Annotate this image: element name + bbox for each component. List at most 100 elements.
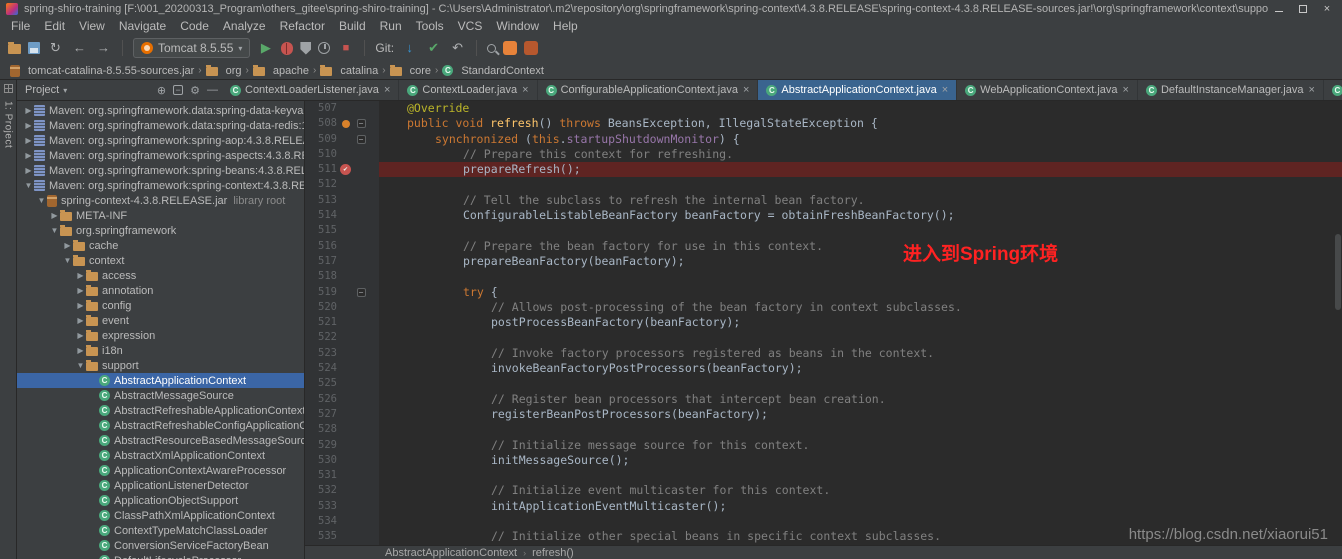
hide-panel-icon[interactable]: — <box>207 84 218 96</box>
settings-gear-icon[interactable]: ⚙ <box>190 84 200 97</box>
collapse-arrow-icon[interactable]: ▼ <box>62 256 73 265</box>
editor-tab[interactable]: CConfigurableApplicationContext.java× <box>538 80 759 100</box>
sync-icon[interactable]: ↻ <box>47 40 64 56</box>
expand-arrow-icon[interactable]: ▶ <box>62 241 73 250</box>
open-icon[interactable] <box>8 44 21 54</box>
tree-item[interactable]: CDefaultLifecycleProcessor <box>17 553 304 559</box>
tree-item[interactable]: ▼support <box>17 358 304 373</box>
expand-arrow-icon[interactable]: ▶ <box>75 331 86 340</box>
editor-tab[interactable]: CContextLoaderListener.java× <box>222 80 399 100</box>
tree-item[interactable]: ▶Maven: org.springframework.data:spring-… <box>17 118 304 133</box>
editor-tab[interactable]: CAbstractApplicationContext.java× <box>758 80 957 100</box>
editor-scrollbar[interactable] <box>1334 101 1342 545</box>
breadcrumb-item[interactable]: apache <box>253 65 309 77</box>
menu-item-file[interactable]: File <box>4 18 37 34</box>
breadcrumb-item[interactable]: catalina <box>320 65 378 77</box>
tree-item[interactable]: CAbstractRefreshableConfigApplicationCon… <box>17 418 304 433</box>
expand-arrow-icon[interactable]: ▶ <box>75 346 86 355</box>
code-line[interactable]: 525 <box>305 376 1342 391</box>
expand-arrow-icon[interactable]: ▶ <box>23 106 34 115</box>
expand-arrow-icon[interactable]: ▶ <box>23 151 34 160</box>
tree-item[interactable]: CAbstractResourceBasedMessageSource <box>17 433 304 448</box>
breadcrumb-item[interactable]: org <box>206 65 242 77</box>
tree-item[interactable]: CAbstractRefreshableApplicationContext <box>17 403 304 418</box>
code-line[interactable]: 532// Initialize event multicaster for t… <box>305 483 1342 498</box>
fold-marker-icon[interactable]: − <box>357 119 366 128</box>
expand-arrow-icon[interactable]: ▶ <box>23 166 34 175</box>
code-line[interactable]: 518 <box>305 269 1342 284</box>
code-line[interactable]: 509−synchronized (this.startupShutdownMo… <box>305 132 1342 147</box>
profiler-button[interactable] <box>318 42 330 54</box>
maximize-button[interactable] <box>1292 1 1314 17</box>
code-line[interactable]: 533initApplicationEventMulticaster(); <box>305 499 1342 514</box>
menu-item-view[interactable]: View <box>72 18 112 34</box>
run-configuration-select[interactable]: Tomcat 8.5.55 ▾ <box>133 38 250 58</box>
tree-item[interactable]: ▶access <box>17 268 304 283</box>
breadcrumb-item[interactable]: core <box>390 65 431 77</box>
tree-item[interactable]: CApplicationListenerDetector <box>17 478 304 493</box>
code-line[interactable]: 513// Tell the subclass to refresh the i… <box>305 193 1342 208</box>
code-line[interactable]: 514ConfigurableListableBeanFactory beanF… <box>305 208 1342 223</box>
editor-tab[interactable]: CContextLoader.java× <box>399 80 537 100</box>
expand-arrow-icon[interactable]: ▶ <box>75 316 86 325</box>
code-line[interactable]: 527registerBeanPostProcessors(beanFactor… <box>305 407 1342 422</box>
menu-item-help[interactable]: Help <box>546 18 585 34</box>
menu-item-edit[interactable]: Edit <box>37 18 72 34</box>
breakpoint-icon[interactable]: ✔ <box>340 164 351 175</box>
expand-arrow-icon[interactable]: ▶ <box>75 301 86 310</box>
tree-item[interactable]: ▶expression <box>17 328 304 343</box>
expand-arrow-icon[interactable]: ▶ <box>75 271 86 280</box>
tree-item[interactable]: ▶event <box>17 313 304 328</box>
code-line[interactable]: 512 <box>305 177 1342 192</box>
code-line[interactable]: 517prepareBeanFactory(beanFactory); <box>305 254 1342 269</box>
menu-item-tools[interactable]: Tools <box>409 18 451 34</box>
run-button[interactable]: ▶ <box>257 40 274 56</box>
code-line[interactable]: 524invokeBeanFactoryPostProcessors(beanF… <box>305 361 1342 376</box>
expand-arrow-icon[interactable]: ▶ <box>23 121 34 130</box>
save-all-icon[interactable] <box>28 42 40 54</box>
tree-item[interactable]: ▼Maven: org.springframework:spring-conte… <box>17 178 304 193</box>
tree-item[interactable]: ▶Maven: org.springframework.data:spring-… <box>17 103 304 118</box>
tab-close-icon[interactable]: × <box>942 84 948 96</box>
code-line[interactable]: 510// Prepare this context for refreshin… <box>305 147 1342 162</box>
tree-item[interactable]: CContextTypeMatchClassLoader <box>17 523 304 538</box>
tab-close-icon[interactable]: × <box>1123 84 1129 96</box>
locate-file-icon[interactable]: ⊕ <box>157 84 166 97</box>
code-line[interactable]: 507@Override <box>305 101 1342 116</box>
tab-close-icon[interactable]: × <box>1308 84 1314 96</box>
collapse-arrow-icon[interactable]: ▼ <box>49 226 60 235</box>
code-line[interactable]: 522 <box>305 330 1342 345</box>
code-line[interactable]: 511✔prepareRefresh(); <box>305 162 1342 177</box>
breadcrumb-item[interactable]: tomcat-catalina-8.5.55-sources.jar <box>10 65 194 77</box>
stop-button[interactable]: ■ <box>337 40 354 56</box>
tree-item[interactable]: ▶Maven: org.springframework:spring-aop:4… <box>17 133 304 148</box>
code-line[interactable]: 526// Register bean processors that inte… <box>305 392 1342 407</box>
menu-item-window[interactable]: Window <box>489 18 546 34</box>
tree-item[interactable]: ▶annotation <box>17 283 304 298</box>
tree-item[interactable]: CClassPathXmlApplicationContext <box>17 508 304 523</box>
expand-arrow-icon[interactable]: ▶ <box>23 136 34 145</box>
tree-item[interactable]: CApplicationContextAwareProcessor <box>17 463 304 478</box>
code-line[interactable]: 523// Invoke factory processors register… <box>305 346 1342 361</box>
override-marker-icon[interactable] <box>342 120 350 128</box>
code-line[interactable]: 529// Initialize message source for this… <box>305 438 1342 453</box>
code-line[interactable]: 515 <box>305 223 1342 238</box>
tree-item[interactable]: ▶Maven: org.springframework:spring-aspec… <box>17 148 304 163</box>
tab-close-icon[interactable]: × <box>384 84 390 96</box>
back-icon[interactable]: ← <box>71 40 88 56</box>
git-commit-icon[interactable]: ✔ <box>425 40 442 56</box>
breadcrumb-class[interactable]: AbstractApplicationContext <box>385 547 517 559</box>
project-tool-button[interactable]: 1: Project <box>3 101 14 148</box>
tree-item[interactable]: CApplicationObjectSupport <box>17 493 304 508</box>
fold-marker-icon[interactable]: − <box>357 288 366 297</box>
expand-arrow-icon[interactable]: ▶ <box>75 286 86 295</box>
collapse-all-icon[interactable]: − <box>173 85 183 95</box>
tree-item[interactable]: CConversionServiceFactoryBean <box>17 538 304 553</box>
menu-item-code[interactable]: Code <box>173 18 216 34</box>
menu-item-analyze[interactable]: Analyze <box>216 18 273 34</box>
plugin-icon-2[interactable] <box>524 41 538 55</box>
coverage-button[interactable] <box>300 42 311 55</box>
code-line[interactable]: 519−try { <box>305 285 1342 300</box>
editor-tab[interactable]: CDefaultInstanceManager.java× <box>1138 80 1324 100</box>
code-editor[interactable]: 507@Override508−public void refresh() th… <box>305 101 1342 545</box>
